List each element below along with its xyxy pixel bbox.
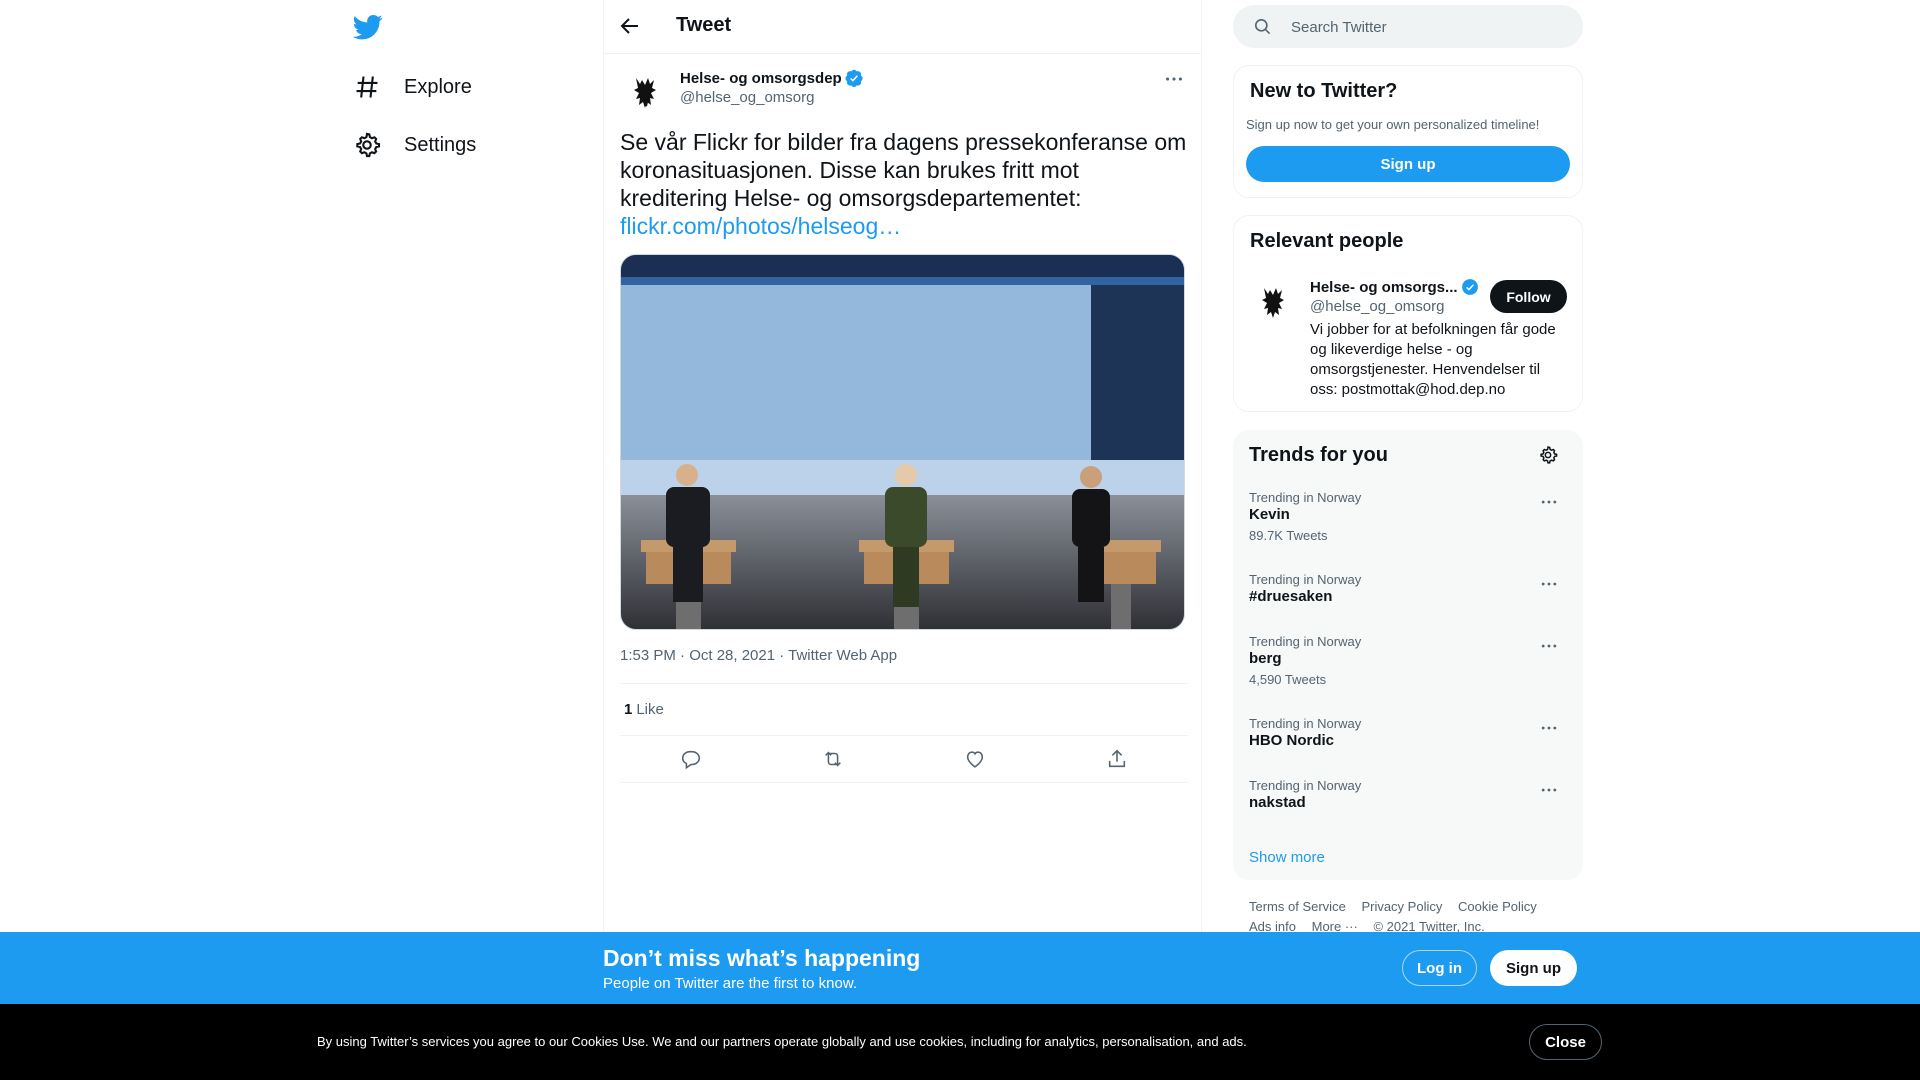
- new-to-twitter-subtitle: Sign up now to get your own personalized…: [1246, 117, 1540, 132]
- trend-more-icon[interactable]: [1539, 636, 1559, 656]
- tweet-body: Se vår Flickr for bilder fra dagens pres…: [620, 128, 1188, 240]
- trend-item[interactable]: Trending in Norway nakstad: [1233, 778, 1583, 840]
- trend-name: Kevin: [1249, 506, 1290, 523]
- new-to-twitter-title: New to Twitter?: [1250, 80, 1398, 102]
- trends-card: Trends for you Trending in Norway Kevin …: [1233, 430, 1583, 880]
- more-options-icon[interactable]: [1163, 68, 1185, 90]
- trend-item[interactable]: Trending in Norway #druesaken: [1233, 572, 1583, 634]
- trend-context: Trending in Norway: [1249, 716, 1362, 731]
- back-arrow-icon[interactable]: [618, 14, 642, 38]
- verified-badge-icon: [845, 69, 863, 87]
- footer-privacy-link[interactable]: Privacy Policy: [1361, 899, 1442, 914]
- author-name-text: Helse- og omsorgsdep: [680, 69, 842, 87]
- trends-settings-gear-icon[interactable]: [1538, 445, 1558, 465]
- tweet-timestamp[interactable]: 1:53 PM · Oct 28, 2021 · Twitter Web App: [620, 647, 897, 664]
- trend-more-icon[interactable]: [1539, 718, 1559, 738]
- trend-count: 4,590 Tweets: [1249, 672, 1327, 687]
- likes-row[interactable]: 1 Like: [620, 683, 1188, 736]
- like-heart-icon[interactable]: [964, 748, 986, 770]
- nav-settings-label: Settings: [404, 133, 477, 156]
- search-bar[interactable]: [1233, 5, 1583, 50]
- trend-context: Trending in Norway: [1249, 572, 1362, 587]
- trends-title: Trends for you: [1249, 444, 1388, 466]
- footer-cookie-link[interactable]: Cookie Policy: [1458, 899, 1537, 914]
- trend-name: #druesaken: [1249, 588, 1333, 605]
- trend-more-icon[interactable]: [1539, 492, 1559, 512]
- relevant-person-name[interactable]: Helse- og omsorgs...: [1310, 278, 1479, 296]
- trend-item[interactable]: Trending in Norway Kevin 89.7K Tweets: [1233, 490, 1583, 552]
- retweet-icon[interactable]: [822, 748, 844, 770]
- trend-name: nakstad: [1249, 794, 1306, 811]
- relevant-people-title: Relevant people: [1250, 230, 1404, 252]
- banner-signup-button[interactable]: Sign up: [1490, 950, 1577, 986]
- relevant-person-handle[interactable]: @helse_og_omsorg: [1310, 298, 1444, 315]
- like-count: 1: [624, 701, 633, 718]
- like-label: Like: [636, 701, 664, 718]
- page-header: Tweet: [604, 0, 1201, 54]
- main-column: Tweet Helse- og omsorgsdep @helse_og_oms…: [603, 0, 1202, 1080]
- banner-subtitle: People on Twitter are the first to know.: [603, 975, 858, 992]
- share-icon[interactable]: [1106, 748, 1128, 770]
- verified-badge-icon: [1461, 278, 1479, 296]
- search-icon: [1253, 17, 1272, 36]
- reply-icon[interactable]: [680, 748, 702, 770]
- signup-banner: Don’t miss what’s happening People on Tw…: [0, 932, 1920, 1004]
- show-more-link[interactable]: Show more: [1249, 849, 1325, 866]
- tweet-text: Se vår Flickr for bilder fra dagens pres…: [620, 129, 1187, 211]
- twitter-bird-icon[interactable]: [353, 12, 383, 42]
- trend-context: Trending in Norway: [1249, 490, 1362, 505]
- hashtag-icon: [353, 73, 381, 101]
- relevant-person-avatar[interactable]: [1250, 278, 1298, 326]
- cookie-close-button[interactable]: Close: [1529, 1024, 1602, 1060]
- follow-button[interactable]: Follow: [1490, 280, 1567, 313]
- page-title: Tweet: [676, 14, 732, 36]
- trend-name: berg: [1249, 650, 1282, 667]
- trend-more-icon[interactable]: [1539, 574, 1559, 594]
- nav-explore[interactable]: Explore: [345, 65, 472, 109]
- author-handle[interactable]: @helse_og_omsorg: [680, 89, 814, 106]
- relevant-person-bio: Vi jobber for at befolkningen får gode o…: [1310, 321, 1556, 398]
- nav-explore-label: Explore: [404, 75, 472, 98]
- banner-title: Don’t miss what’s happening: [603, 945, 921, 971]
- tweet-link[interactable]: flickr.com/photos/helseog…: [620, 212, 1188, 240]
- trend-item[interactable]: Trending in Norway berg 4,590 Tweets: [1233, 634, 1583, 696]
- tweet-photo[interactable]: [620, 254, 1185, 630]
- sidebar-signup-button[interactable]: Sign up: [1246, 146, 1570, 182]
- nav-settings[interactable]: Settings: [345, 123, 476, 167]
- trend-more-icon[interactable]: [1539, 780, 1559, 800]
- footer-terms-link[interactable]: Terms of Service: [1249, 899, 1346, 914]
- author-avatar[interactable]: [622, 68, 670, 116]
- search-input[interactable]: [1289, 5, 1573, 50]
- relevant-people-card: Relevant people Helse- og omsorgs... @he…: [1233, 215, 1583, 412]
- cookie-banner: By using Twitter’s services you agree to…: [0, 1004, 1920, 1080]
- cookie-notice-text: By using Twitter’s services you agree to…: [317, 1034, 1247, 1049]
- tweet-actions: [620, 736, 1188, 783]
- relevant-person-name-text: Helse- og omsorgs...: [1310, 278, 1458, 296]
- new-to-twitter-card: New to Twitter? Sign up now to get your …: [1233, 65, 1583, 198]
- gear-icon: [353, 131, 381, 159]
- login-button[interactable]: Log in: [1402, 950, 1477, 986]
- footer-links: Terms of Service Privacy Policy Cookie P…: [1249, 897, 1579, 937]
- trend-name: HBO Nordic: [1249, 732, 1335, 749]
- trend-context: Trending in Norway: [1249, 634, 1362, 649]
- trend-count: 89.7K Tweets: [1249, 528, 1328, 543]
- trend-context: Trending in Norway: [1249, 778, 1362, 793]
- trend-item[interactable]: Trending in Norway HBO Nordic: [1233, 716, 1583, 778]
- author-name[interactable]: Helse- og omsorgsdep: [680, 69, 863, 87]
